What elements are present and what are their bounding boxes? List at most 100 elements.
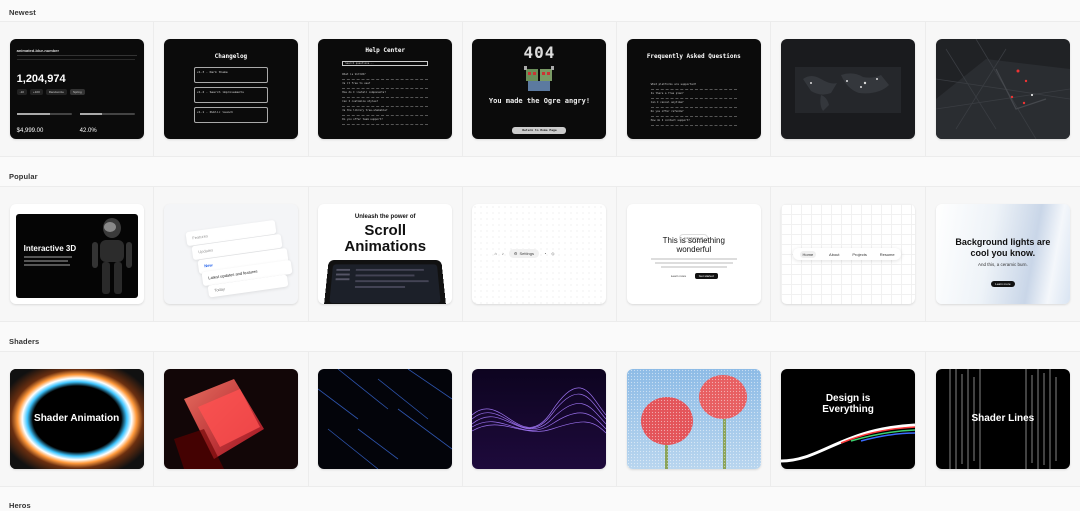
help-faq-list: What is VoltUI? Is it free to use? How do … (342, 71, 429, 125)
card-navbar[interactable]: Home About Projects Resume (771, 187, 926, 321)
card-shader-animation[interactable]: Shader Animation (0, 352, 155, 486)
section-title-popular: Popular (9, 172, 38, 181)
faq-item[interactable]: Is there a free plan? (650, 90, 737, 99)
card-shader-tulips[interactable] (617, 352, 772, 486)
counter-value: 1,204,974 (16, 73, 66, 85)
rainbow-curve-icon (781, 423, 916, 463)
faq-item[interactable]: Can I cancel anytime? (650, 99, 737, 108)
card-faq[interactable]: Frequently Asked Questions What platform… (617, 22, 772, 156)
nav-item-resume[interactable]: Resume (880, 252, 895, 257)
tulips-icon (626, 369, 761, 469)
wonderful-start-button[interactable]: Get started (694, 273, 718, 279)
home-icon[interactable]: ⌂ (494, 251, 496, 256)
help-faq-item[interactable]: Can I customize styles? (342, 98, 429, 107)
clock-icon[interactable]: ◔ (544, 251, 546, 256)
card-notifications[interactable]: Features Updates New Latest updates and … (154, 187, 309, 321)
notfound-code: 404 (523, 43, 556, 62)
ogre-icon (522, 63, 556, 93)
faq-item[interactable]: How do I contact support? (650, 117, 737, 126)
interactive-3d-title: Interactive 3D (23, 244, 77, 253)
faq-item[interactable]: Do you offer refunds? (650, 108, 737, 117)
thumb-toolbar: ⌂ ♪ ⚙ Settings ◔ ◇ (472, 204, 607, 304)
counter-title: animated-blur-number (16, 48, 60, 53)
thumb-shader-red (163, 369, 298, 469)
counter-stat-percent: 42.0% (79, 128, 97, 134)
card-shader-red[interactable] (154, 352, 309, 486)
wonderful-line1: This is something (662, 236, 725, 245)
card-world-map[interactable] (771, 22, 926, 156)
red-panels-icon (173, 379, 264, 469)
thumb-animated-number: animated-blur-number 1,204,974 -10 +100 … (9, 39, 144, 139)
settings-label: Settings (519, 251, 534, 256)
card-design-everything[interactable]: Design is Everything (771, 352, 926, 486)
card-changelog[interactable]: Changelog v1.3 - Dark theme v1.2 - Searc… (154, 22, 309, 156)
card-shader-streaks[interactable] (308, 352, 463, 486)
card-wonderful[interactable]: Introducing v2 This is something wonderf… (617, 187, 772, 321)
lights-sub: And this, a ceramic burn. (977, 262, 1028, 267)
nav-bar: Home About Projects Resume (793, 248, 902, 260)
changelog-title: Changelog (214, 53, 248, 60)
card-shader-waves[interactable] (462, 352, 618, 486)
thumb-world-map (781, 39, 916, 139)
faq-list: What platforms are supported? Is there a … (650, 81, 737, 126)
wonderful-learn-button[interactable]: Learn more (671, 274, 686, 278)
newest-grid: animated-blur-number 1,204,974 -10 +100 … (0, 21, 1080, 157)
nav-item-home[interactable]: Home (799, 250, 817, 258)
help-faq-item[interactable]: Is it free to use? (342, 80, 429, 89)
counter-spring-button[interactable]: Spring (69, 89, 85, 95)
counter-randomize-button[interactable]: Randomize (45, 89, 67, 95)
faq-item[interactable]: What platforms are supported? (650, 81, 737, 90)
popular-grid: Interactive 3D Features Updates New Late… (0, 186, 1080, 322)
counter-slider-2[interactable] (79, 113, 135, 115)
robot-icon (91, 218, 132, 294)
counter-minus-button[interactable]: -10 (16, 89, 27, 95)
card-animated-number[interactable]: animated-blur-number 1,204,974 -10 +100 … (0, 22, 155, 156)
card-city-map[interactable] (925, 22, 1080, 156)
section-title-shaders: Shaders (9, 337, 40, 346)
wonderful-line2: wonderful (676, 245, 712, 254)
help-faq-item[interactable]: How do I install components? (342, 89, 429, 98)
toolbar-row: ⌂ ♪ ⚙ Settings ◔ ◇ (494, 249, 554, 258)
thumb-notifications: Features Updates New Latest updates and … (163, 204, 298, 304)
help-search-input[interactable]: Search questions... (342, 61, 429, 66)
world-map-icon (795, 67, 902, 113)
thumb-scroll-animations: Unleash the power of Scroll Animations (318, 204, 453, 304)
changelog-entry: v1.1 - Public launch (193, 107, 268, 123)
gear-icon: ⚙ (513, 251, 518, 256)
thumb-changelog: Changelog v1.3 - Dark theme v1.2 - Searc… (163, 39, 298, 139)
settings-button[interactable]: ⚙ Settings (508, 249, 539, 258)
return-home-button[interactable]: Return to Home Page (512, 127, 567, 134)
changelog-entry: v1.3 - Dark theme (193, 67, 268, 83)
nav-item-projects[interactable]: Projects (852, 252, 866, 257)
card-interactive-3d[interactable]: Interactive 3D (0, 187, 155, 321)
thumb-shader-lines: Shader Lines (935, 369, 1070, 469)
thumb-city-map (935, 39, 1070, 139)
counter-slider-1[interactable] (16, 113, 72, 115)
card-toolbar[interactable]: ⌂ ♪ ⚙ Settings ◔ ◇ (462, 187, 618, 321)
card-background-lights[interactable]: Background lights are cool you know. And… (925, 187, 1080, 321)
thumb-faq: Frequently Asked Questions What platform… (626, 39, 761, 139)
thumb-shader-streaks (318, 369, 453, 469)
card-shader-lines[interactable]: Shader Lines (925, 352, 1080, 486)
thumb-shader-tulips (626, 369, 761, 469)
help-faq-item[interactable]: Is the library tree-shakable? (342, 107, 429, 116)
section-title-heros: Heros (9, 501, 31, 510)
scroll-device-frame (323, 259, 448, 304)
lights-learn-button[interactable]: Learn more (991, 281, 1015, 287)
faq-title: Frequently Asked Questions (646, 53, 741, 60)
nav-item-about[interactable]: About (829, 252, 839, 257)
thumb-help-center: Help Center Search questions... What is … (318, 39, 453, 139)
card-help-center[interactable]: Help Center Search questions... What is … (308, 22, 463, 156)
streaks-icon (318, 369, 453, 469)
counter-stat-price: $4,999.00 (16, 128, 44, 134)
thumb-shader-animation: Shader Animation (9, 369, 144, 469)
card-404[interactable]: 404 You made the Ogre angry! Return to H… (462, 22, 618, 156)
thumb-wonderful: Introducing v2 This is something wonderf… (626, 204, 761, 304)
bell-icon[interactable]: ♪ (502, 251, 504, 256)
card-scroll-animations[interactable]: Unleash the power of Scroll Animations (308, 187, 463, 321)
help-faq-item[interactable]: Do you offer team support? (342, 116, 429, 125)
help-faq-item[interactable]: What is VoltUI? (342, 71, 429, 80)
changelog-entry: v1.2 - Search improvements (193, 87, 268, 103)
shield-icon[interactable]: ◇ (551, 251, 554, 256)
counter-plus-button[interactable]: +100 (29, 89, 43, 95)
